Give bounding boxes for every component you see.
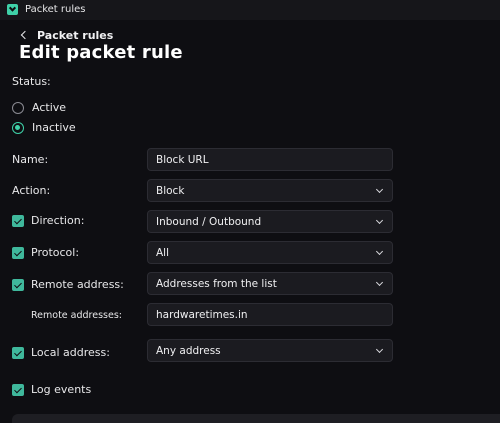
name-label: Name: (12, 153, 49, 166)
radio-checked-icon (12, 121, 24, 134)
direction-label: Direction: (31, 214, 85, 227)
direction-dropdown[interactable]: Inbound / Outbound (147, 210, 393, 233)
remote-addresses-label: Remote addresses: (31, 310, 122, 321)
local-address-checkbox[interactable] (12, 347, 24, 359)
remote-address-checkbox[interactable] (12, 279, 24, 291)
action-value: Block (156, 184, 185, 197)
chevron-down-icon (375, 185, 384, 194)
chevron-down-icon (375, 278, 384, 287)
local-address-dropdown[interactable]: Any address (147, 339, 393, 362)
status-inactive-radio[interactable]: Inactive (12, 121, 76, 134)
direction-checkbox[interactable] (12, 215, 24, 227)
chevron-down-icon (375, 216, 384, 225)
back-label: Packet rules (37, 28, 114, 42)
title-bar: Packet rules (0, 0, 500, 20)
status-inactive-label: Inactive (32, 121, 76, 134)
local-address-label: Local address: (31, 346, 110, 359)
protocol-value: All (156, 246, 170, 259)
app-logo-icon (7, 4, 18, 15)
window-title: Packet rules (25, 4, 86, 15)
remote-address-dropdown[interactable]: Addresses from the list (147, 272, 393, 295)
remote-address-value: Addresses from the list (156, 277, 277, 290)
protocol-checkbox[interactable] (12, 247, 24, 259)
status-label: Status: (12, 75, 51, 88)
status-active-radio[interactable]: Active (12, 101, 66, 114)
action-dropdown[interactable]: Block (147, 179, 393, 202)
log-events-label: Log events (31, 383, 92, 396)
back-chevron-icon (20, 30, 30, 40)
log-events-checkbox[interactable] (12, 384, 24, 396)
name-input[interactable]: Block URL (147, 148, 393, 171)
chevron-down-icon (375, 247, 384, 256)
name-value: Block URL (156, 153, 209, 166)
status-active-label: Active (32, 101, 67, 114)
back-button[interactable]: Packet rules (20, 28, 113, 42)
remote-addresses-input[interactable]: hardwaretimes.in (147, 303, 393, 326)
protocol-dropdown[interactable]: All (147, 241, 393, 264)
direction-value: Inbound / Outbound (156, 215, 262, 228)
footer-panel (12, 414, 500, 423)
radio-unchecked-icon (12, 101, 24, 114)
remote-addresses-value: hardwaretimes.in (156, 308, 248, 321)
local-address-value: Any address (156, 344, 221, 357)
protocol-label: Protocol: (31, 246, 80, 259)
page-title: Edit packet rule (19, 42, 183, 63)
action-label: Action: (12, 184, 51, 197)
remote-address-label: Remote address: (31, 278, 124, 291)
chevron-down-icon (375, 345, 384, 354)
